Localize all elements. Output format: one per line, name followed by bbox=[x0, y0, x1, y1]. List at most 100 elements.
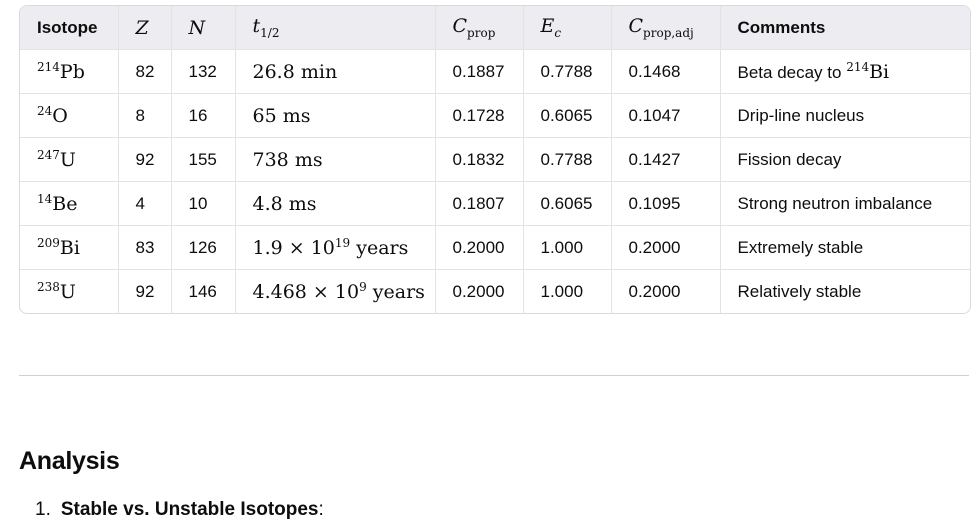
half-life-cell: 1.9 × 1019 years bbox=[235, 225, 436, 270]
table-row: 209Bi 83 126 1.9 × 1019 years 0.2000 1.000 0.2… bbox=[20, 225, 970, 270]
header-e-c-base: E bbox=[540, 15, 555, 37]
isotope-symbol: U bbox=[59, 281, 76, 303]
z-cell: 8 bbox=[118, 93, 172, 138]
half-life-cell: 26.8 min bbox=[235, 49, 436, 94]
half-life-value: 65 bbox=[252, 104, 277, 127]
comment-cell: Fission decay bbox=[720, 137, 970, 182]
half-life-unit: ms bbox=[288, 192, 317, 215]
half-life-value: 26.8 bbox=[252, 60, 295, 83]
n-cell: 16 bbox=[171, 93, 236, 138]
comment-isotope-symbol: Bi bbox=[869, 61, 890, 83]
comment-text: Fission decay bbox=[737, 149, 842, 169]
isotope-symbol: O bbox=[52, 105, 68, 127]
table-row: 14Be 4 10 4.8 ms 0.1807 0.6065 0.1095 Strong ne… bbox=[20, 181, 970, 226]
z-cell: 92 bbox=[118, 269, 172, 313]
half-life-unit: years bbox=[372, 281, 425, 303]
header-n-symbol: N bbox=[188, 16, 206, 39]
list-item-number: 1. bbox=[35, 499, 51, 520]
isotope-cell: 209Bi bbox=[20, 225, 119, 270]
half-life-cell: 65 ms bbox=[235, 93, 436, 138]
half-life-exponent: 9 bbox=[359, 280, 367, 294]
header-c-prop: Cprop bbox=[435, 6, 524, 50]
comment-text: Beta decay to bbox=[737, 63, 847, 82]
isotope-mass: 214 bbox=[37, 60, 60, 74]
isotope-mass: 209 bbox=[37, 236, 60, 250]
n-cell: 146 bbox=[171, 269, 236, 313]
header-half-life-base: t bbox=[252, 15, 261, 37]
c-prop-cell: 0.1728 bbox=[435, 93, 524, 138]
header-c-prop-base: C bbox=[452, 15, 468, 37]
comment-isotope: 214Bi bbox=[846, 60, 890, 83]
header-e-c-sub-italic: c bbox=[554, 26, 562, 40]
comment-cell: Extremely stable bbox=[720, 225, 970, 270]
isotope-symbol: Pb bbox=[59, 61, 85, 83]
list-item: 1. Stable vs. Unstable Isotopes: bbox=[35, 499, 324, 521]
e-c-cell: 0.7788 bbox=[523, 137, 612, 182]
header-n: N bbox=[171, 6, 236, 50]
comment-cell: Strong neutron imbalance bbox=[720, 181, 970, 226]
c-prop-adj-cell: 0.1047 bbox=[611, 93, 721, 138]
comment-text: Strong neutron imbalance bbox=[737, 193, 933, 213]
header-z-symbol: Z bbox=[135, 16, 149, 39]
header-e-c: Ec bbox=[523, 6, 612, 50]
analysis-heading: Analysis bbox=[19, 447, 120, 475]
n-cell: 126 bbox=[171, 225, 236, 270]
comment-cell: Drip-line nucleus bbox=[720, 93, 970, 138]
c-prop-adj-cell: 0.1427 bbox=[611, 137, 721, 182]
e-c-cell: 1.000 bbox=[523, 269, 612, 313]
c-prop-adj-cell: 0.2000 bbox=[611, 269, 721, 313]
comment-cell: Beta decay to 214Bi bbox=[720, 49, 970, 94]
half-life-cell: 4.468 × 109 years bbox=[235, 269, 436, 313]
header-half-life-sub: 1/2 bbox=[260, 26, 280, 40]
table-row: 238U 92 146 4.468 × 109 years 0.2000 1.000 0.2… bbox=[20, 269, 970, 314]
c-prop-cell: 0.1887 bbox=[435, 49, 524, 94]
isotope-cell: 14Be bbox=[20, 181, 119, 226]
half-life-value: 1.9 × 10 bbox=[252, 237, 335, 259]
half-life-unit: min bbox=[300, 60, 338, 83]
z-cell: 4 bbox=[118, 181, 172, 226]
c-prop-adj-cell: 0.2000 bbox=[611, 225, 721, 270]
header-z: Z bbox=[118, 6, 172, 50]
comment-text: Relatively stable bbox=[737, 281, 862, 301]
half-life-unit: years bbox=[356, 237, 409, 259]
c-prop-adj-cell: 0.1095 bbox=[611, 181, 721, 226]
list-item-suffix: : bbox=[318, 499, 324, 520]
isotope-mass: 24 bbox=[37, 104, 53, 118]
e-c-cell: 1.000 bbox=[523, 225, 612, 270]
isotope-mass: 14 bbox=[37, 192, 53, 206]
isotope-symbol: Be bbox=[52, 193, 78, 215]
c-prop-cell: 0.2000 bbox=[435, 269, 524, 313]
header-c-prop-sub: prop bbox=[467, 26, 496, 40]
comment-text: Extremely stable bbox=[737, 237, 864, 257]
table-row: 247U 92 155 738 ms 0.1832 0.7788 0.1427 Fission… bbox=[20, 137, 970, 182]
isotope-cell: 247U bbox=[20, 137, 119, 182]
half-life-value: 4.8 bbox=[252, 192, 283, 215]
e-c-cell: 0.7788 bbox=[523, 49, 612, 94]
table-header-row: Isotope Z N t1/2 Cprop Ec Cprop,adj Comm… bbox=[20, 6, 970, 50]
z-cell: 83 bbox=[118, 225, 172, 270]
comment-cell: Relatively stable bbox=[720, 270, 970, 314]
header-half-life: t1/2 bbox=[235, 6, 436, 50]
comment-isotope-mass: 214 bbox=[846, 60, 870, 74]
z-cell: 92 bbox=[118, 137, 172, 182]
comment-text: Drip-line nucleus bbox=[737, 105, 865, 125]
isotope-mass: 247 bbox=[37, 148, 60, 162]
section-divider bbox=[19, 375, 969, 376]
half-life-cell: 738 ms bbox=[235, 137, 436, 182]
c-prop-cell: 0.2000 bbox=[435, 225, 524, 270]
table-body: 214Pb 82 132 26.8 min 0.1887 0.7788 0.1468 Beta… bbox=[20, 49, 970, 314]
half-life-value: 4.468 × 10 bbox=[252, 281, 360, 303]
header-comments: Comments bbox=[720, 6, 970, 50]
isotope-mass: 238 bbox=[37, 280, 60, 294]
half-life-unit: ms bbox=[282, 104, 311, 127]
isotope-table: Isotope Z N t1/2 Cprop Ec Cprop,adj Comm… bbox=[20, 6, 970, 313]
header-c-prop-adj-base: C bbox=[628, 15, 644, 37]
isotope-symbol: U bbox=[59, 149, 76, 171]
c-prop-adj-cell: 0.1468 bbox=[611, 49, 721, 94]
half-life-exponent: 19 bbox=[334, 236, 351, 250]
header-e-c-sub: c bbox=[554, 26, 561, 40]
half-life-cell: 4.8 ms bbox=[235, 181, 436, 226]
header-isotope: Isotope bbox=[20, 6, 119, 50]
c-prop-cell: 0.1832 bbox=[435, 137, 524, 182]
n-cell: 132 bbox=[171, 49, 236, 94]
